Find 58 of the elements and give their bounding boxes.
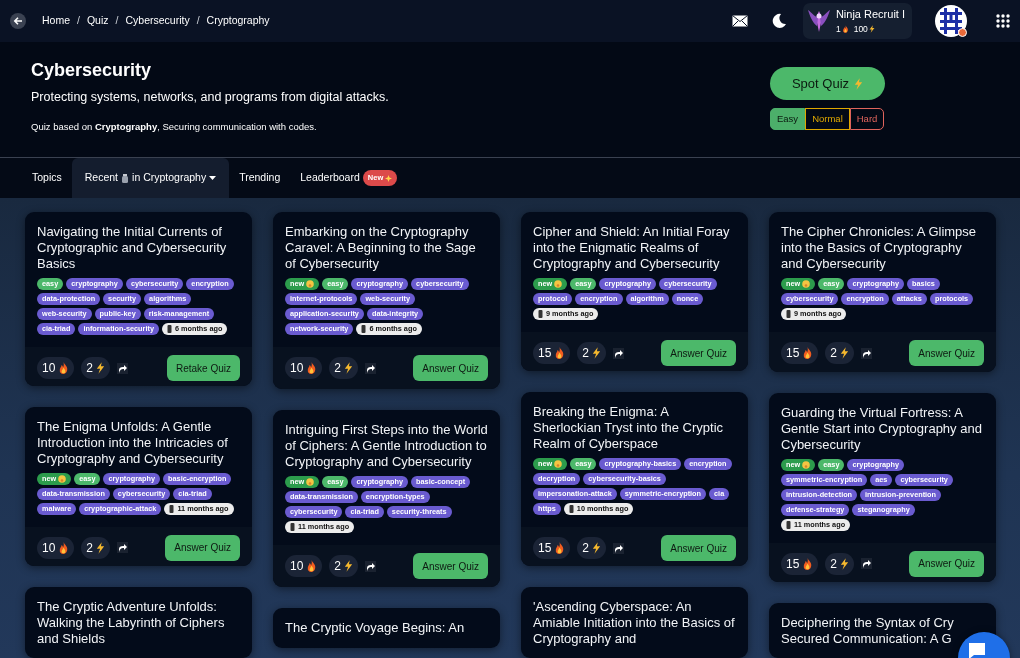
breadcrumb-link[interactable]: Cybersecurity [125,13,190,29]
profile-chip[interactable]: Ninja Recruit I 1 100 [802,3,912,39]
fire-count: 10 [42,360,56,377]
breadcrumb-separator: / [77,13,80,29]
fire-count: 15 [538,345,552,362]
answer-quiz-button[interactable]: Answer Quiz [909,340,984,366]
spot-quiz-button[interactable]: Spot Quiz [770,67,885,100]
quiz-title: The Cipher Chronicles: A Glimpse into the Basics of Cryptography and Cybersecurity [781,224,978,272]
answer-quiz-button[interactable]: Answer Quiz [661,535,736,562]
points-count: 100 [853,22,868,36]
breadcrumb-separator: / [196,13,200,29]
quiz-title: Guarding the Virtual Fortress: A Gentle Start into Cryptography and Cybersecurity [781,404,983,453]
answer-quiz-button[interactable]: Answer Quiz [909,550,984,577]
quiz-title: Deciphering the Syntax of Cry [781,614,955,631]
difficulty-button[interactable]: Normal [805,108,850,130]
quiz-title: Embarking on the Cryptography Caravel: A Beginning to the Sage of Cybersecurity [285,224,477,272]
energy-count: 2 [334,360,342,377]
quiz-title: Secured Communication: A G [781,630,953,647]
energy-count: 2 [582,540,590,558]
fire-count: 15 [538,540,552,558]
difficulty-button[interactable]: Hard [849,108,885,130]
quiz-title: Intriguing First Steps into the World of Ciphers: A Gentle Introduction to Cryptography and Cybersecurity [285,422,488,470]
fire-count: 15 [786,555,800,573]
answer-quiz-button[interactable]: Answer Quiz [413,355,488,381]
streak-count: 1 [835,22,841,36]
energy-count: 2 [582,345,590,362]
breadcrumb-link[interactable]: Quiz [86,13,109,29]
quiz-title: Cipher and Shield: An Initial Foray into the Enigmatic Realms of Cryptography and Cybersecurity [533,224,731,272]
difficulty-button[interactable]: Easy [770,108,806,130]
quiz-title: 'Ascending Cyberspace: An Amiable Initiation into the Basics of Cryptography and [533,599,736,648]
breadcrumb-separator: / [115,13,119,29]
energy-count: 2 [86,360,94,377]
tab[interactable]: Trending [229,158,291,198]
answer-quiz-button[interactable]: Answer Quiz [413,553,488,579]
fire-count: 10 [290,360,304,377]
answer-quiz-button[interactable]: Retake Quiz [166,355,240,381]
quiz-title: The Cryptic Voyage Begins: An [285,620,466,636]
fire-count: 15 [786,345,800,362]
energy-count: 2 [830,345,838,362]
energy-count: 2 [334,558,342,575]
page-title: Cybersecurity [31,60,153,82]
quiz-description: Quiz based on Cryptography, Securing communication with codes. [31,120,318,135]
quiz-title: Breaking the Enigma: A Sherlockian Tryst into the Cryptic Realm of Cyberspace [533,404,725,453]
quiz-title: The Enigma Unfolds: A Gentle Introduction into the Intricacies of Cryptography and Cybersecurity [37,419,229,467]
quiz-title: Navigating the Initial Currents of Cryptographic and Cybersecurity Basics [37,224,228,272]
answer-quiz-button[interactable]: Answer Quiz [165,535,240,561]
breadcrumb-link[interactable]: Cryptography [206,13,270,29]
tab[interactable]: Topics [22,158,72,198]
fire-count: 10 [42,540,56,557]
breadcrumb-link[interactable]: Home [42,13,70,29]
page-subtitle: Protecting systems, networks, and programs from digital attacks. [31,88,389,106]
energy-count: 2 [86,540,94,557]
fire-count: 10 [290,558,304,575]
quiz-title: The Cryptic Adventure Unfolds: Walking the Labyrinth of Ciphers and Shields [37,599,226,648]
tab[interactable]: Recent in Cryptography [71,158,230,198]
energy-count: 2 [830,555,838,573]
profile-name: Ninja Recruit I [835,7,905,23]
answer-quiz-button[interactable]: Answer Quiz [661,340,736,366]
